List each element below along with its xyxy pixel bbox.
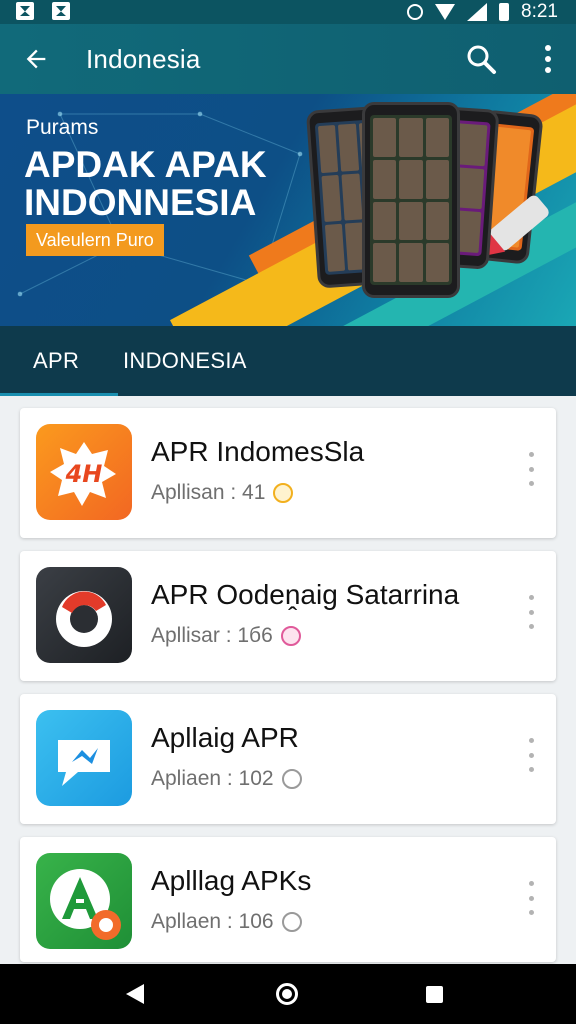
more-vert-icon[interactable] — [524, 452, 538, 486]
app-meta: Apliaen : 102 — [151, 767, 302, 791]
more-vert-icon[interactable] — [524, 595, 538, 629]
status-left — [16, 2, 70, 20]
app-name: Apllaig APR — [151, 722, 299, 753]
nav-recents-icon[interactable] — [426, 986, 443, 1003]
page-title: Indonesia — [86, 44, 201, 74]
list-item[interactable]: APR Oodeṋaig Satarrina Apllisar : 1б6 — [20, 551, 556, 681]
more-vert-icon[interactable] — [524, 738, 538, 772]
phone-illustration — [362, 102, 460, 298]
badge-icon — [281, 912, 302, 932]
app-name: APR IndomesSla — [151, 436, 365, 467]
app-meta: Apllisar : 1б6 — [151, 624, 301, 648]
app-name: Aplllag APKs — [151, 865, 312, 896]
photo-icon — [16, 2, 34, 20]
app-orange-icon: 4H — [36, 424, 132, 520]
banner-kicker: Purams — [26, 116, 99, 139]
tab-indonesia[interactable]: INDONESIA — [123, 348, 247, 374]
promo-banner[interactable]: Purams APDAK APAK INDONNESIA Valeulern P… — [0, 94, 576, 326]
app-meta-text: Apllisan : 41 — [151, 481, 266, 504]
wifi-icon — [435, 4, 456, 20]
app-meta: Apllaen : 106 — [151, 910, 302, 934]
nav-home-icon[interactable] — [276, 983, 298, 1005]
system-nav-bar — [0, 964, 576, 1024]
coin-icon — [273, 483, 294, 503]
app-bar: Indonesia — [0, 24, 576, 94]
badge-icon — [281, 769, 302, 789]
banner-cta-button[interactable]: Valeulern Puro — [26, 224, 164, 256]
app-green-a-icon — [36, 853, 132, 949]
more-vert-icon[interactable] — [536, 42, 560, 76]
status-time: 8:21 — [521, 1, 558, 22]
app-meta-text: Apliaen : 102 — [151, 767, 274, 790]
alarm-icon — [407, 4, 424, 20]
list-item[interactable]: Aplllag APKs Apllaen : 106 — [20, 837, 556, 962]
app-icon-text: 4H — [65, 460, 103, 488]
back-arrow-icon[interactable] — [18, 41, 54, 77]
tab-apr[interactable]: APR — [33, 348, 79, 374]
tab-indicator — [0, 393, 118, 396]
badge-icon — [280, 626, 301, 646]
search-icon[interactable] — [464, 42, 498, 76]
app-list: 4H APR IndomesSla Apllisan : 41 APR Oode… — [20, 408, 556, 975]
signal-icon — [467, 3, 488, 21]
app-meta: Apllisan : 41 — [151, 481, 294, 505]
banner-headline: APDAK APAK INDONNESIA — [24, 144, 267, 223]
list-item[interactable]: Apllaig APR Apliaen : 102 — [20, 694, 556, 824]
battery-icon — [499, 3, 510, 21]
status-right: 8:21 — [407, 0, 558, 24]
app-dark-ring-icon — [36, 567, 132, 663]
gallery-icon — [52, 2, 70, 20]
list-item[interactable]: 4H APR IndomesSla Apllisan : 41 — [20, 408, 556, 538]
app-meta-text: Apllaen : 106 — [151, 910, 274, 933]
more-vert-icon[interactable] — [524, 881, 538, 915]
status-bar: 8:21 — [0, 0, 576, 24]
tab-bar: APR INDONESIA — [0, 326, 576, 396]
nav-back-icon[interactable] — [126, 984, 144, 1004]
app-blue-chat-icon — [36, 710, 132, 806]
app-meta-text: Apllisar : 1б6 — [151, 624, 273, 647]
app-name: APR Oodeṋaig Satarrina — [151, 579, 460, 610]
